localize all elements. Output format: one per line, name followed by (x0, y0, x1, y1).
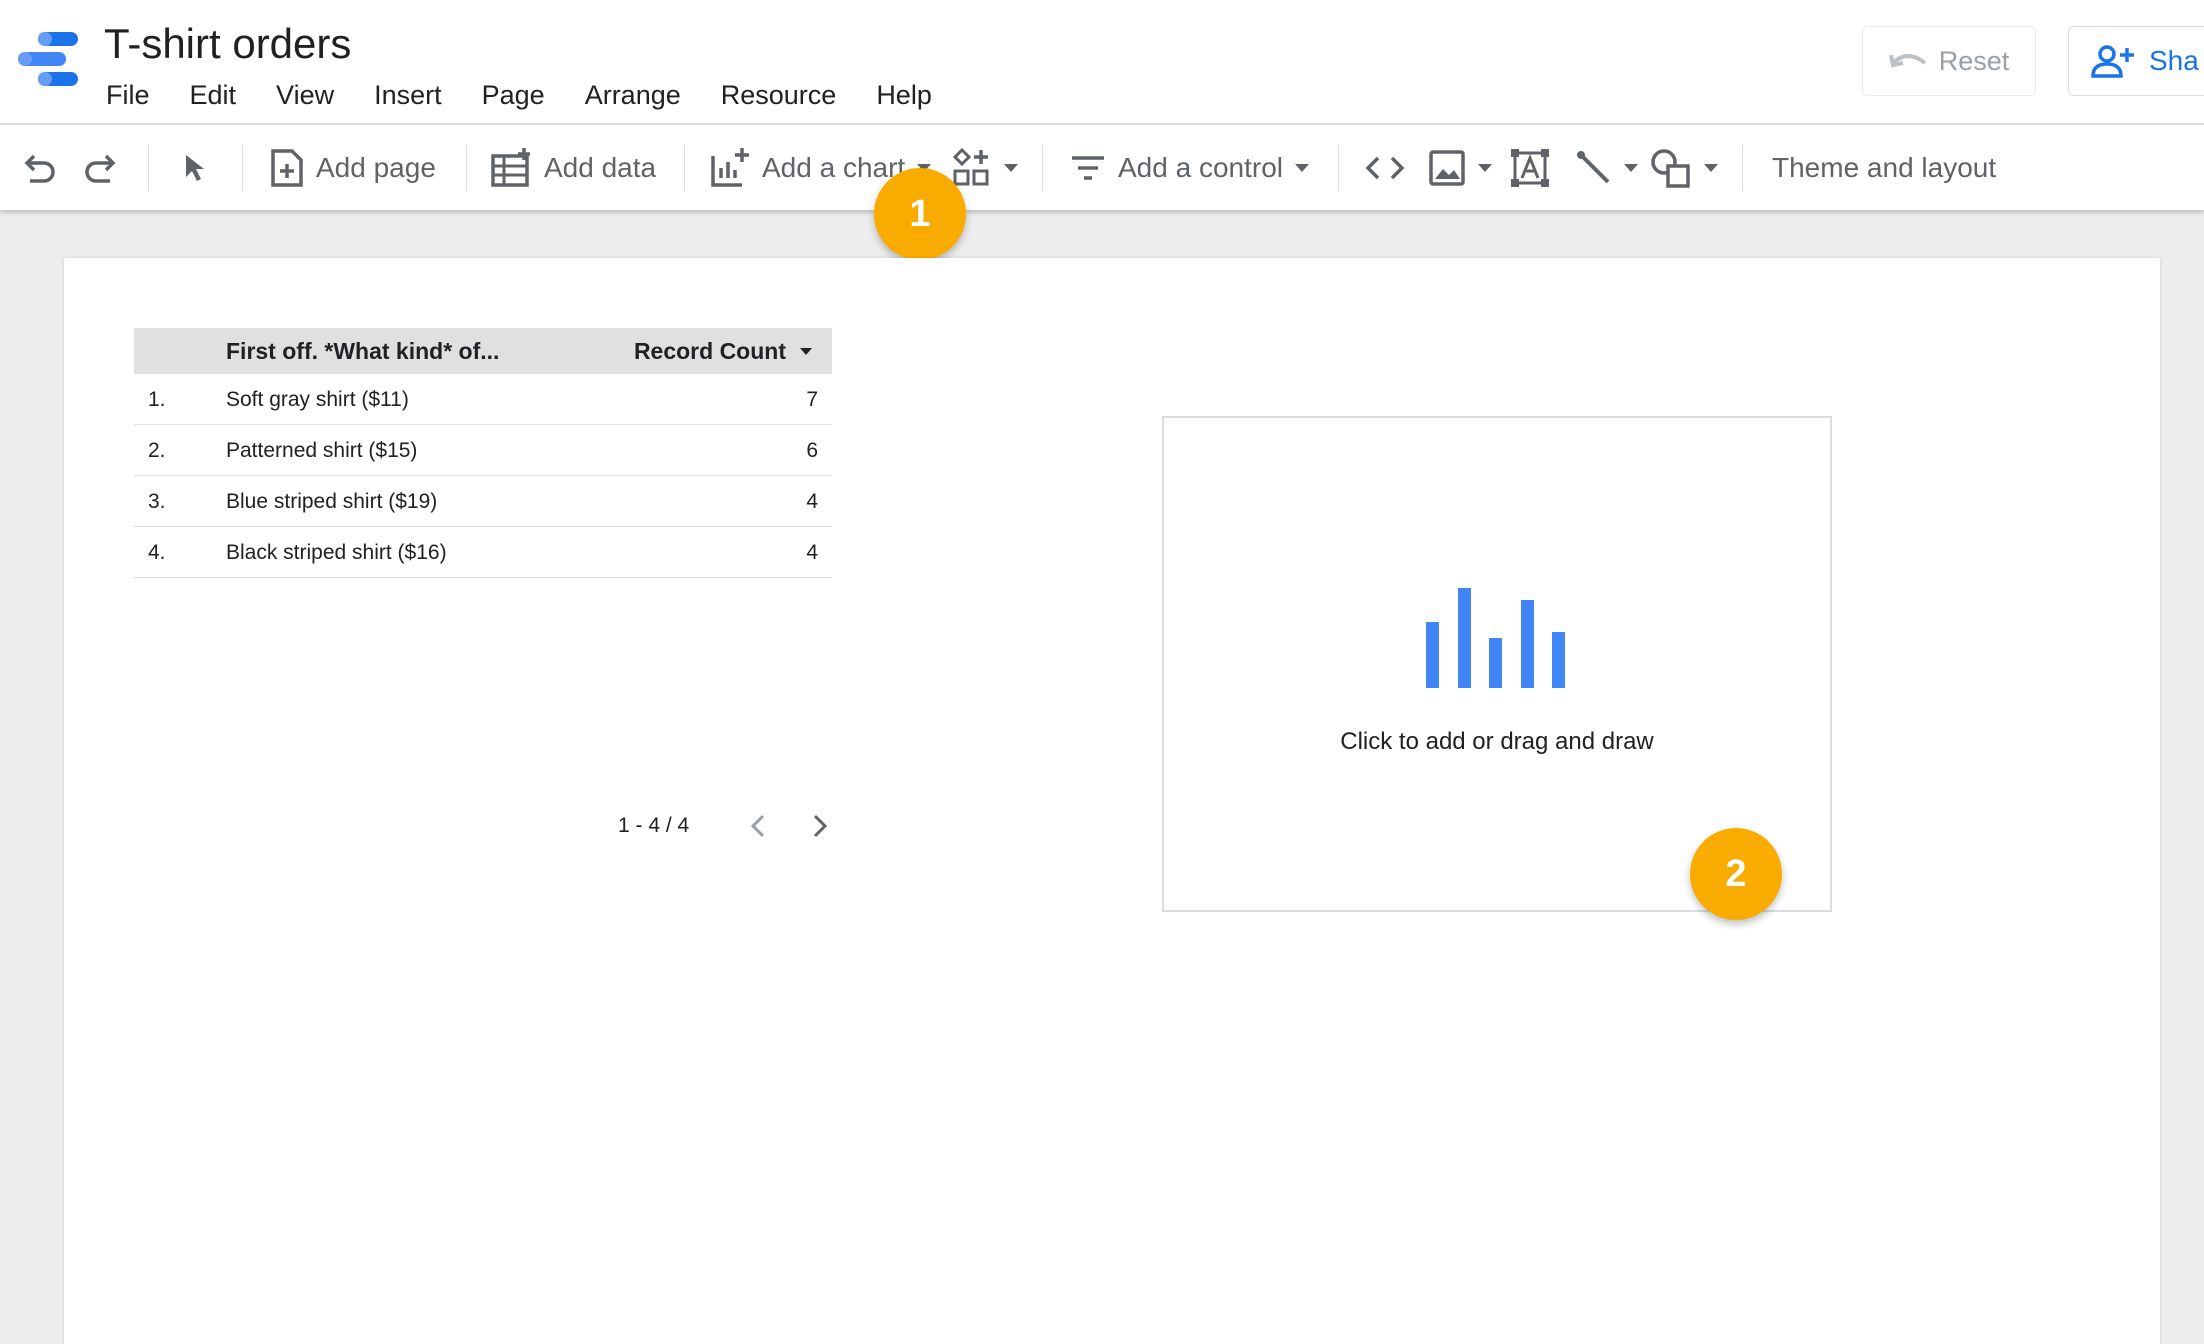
add-component-icon (952, 148, 989, 186)
add-page-button[interactable]: Add page (270, 125, 436, 211)
report-canvas[interactable]: First off. *What kind* of... Record Coun… (64, 258, 2160, 1344)
add-chart-icon (711, 148, 749, 187)
menu-edit[interactable]: Edit (190, 80, 237, 111)
menu-arrange[interactable]: Arrange (585, 80, 681, 111)
row-count: 4 (806, 490, 818, 513)
chevron-down-icon (1704, 164, 1718, 172)
callout-badge-1: 1 (874, 168, 966, 260)
callout-badge-2: 2 (1690, 828, 1782, 920)
row-count: 4 (806, 541, 818, 564)
table-header: First off. *What kind* of... Record Coun… (134, 328, 832, 374)
code-brackets-icon (1365, 156, 1405, 180)
undo-arrow-icon (1888, 54, 1926, 68)
toolbar-separator (466, 145, 467, 191)
menu-view[interactable]: View (276, 80, 334, 111)
toolbar-separator (1338, 145, 1339, 191)
select-button[interactable] (182, 125, 208, 211)
menu-insert[interactable]: Insert (374, 80, 442, 111)
record-count-label: Record Count (633, 337, 786, 364)
previous-page-button[interactable] (727, 813, 789, 839)
toolbar-separator (684, 145, 685, 191)
add-image-button[interactable] (1428, 125, 1492, 211)
text-box-icon (1511, 149, 1549, 187)
add-control-label: Add a control (1118, 152, 1283, 183)
toolbar-separator (1742, 145, 1743, 191)
theme-and-layout-button[interactable]: Theme and layout (1772, 125, 1996, 211)
report-title[interactable]: T-shirt orders (104, 20, 351, 68)
share-label: Sha (2149, 45, 2199, 76)
add-data-label: Add data (544, 152, 657, 183)
redo-icon (85, 154, 116, 183)
filter-lines-icon (1072, 156, 1104, 180)
column-header-dimension[interactable]: First off. *What kind* of... (226, 338, 499, 365)
add-line-button[interactable] (1576, 125, 1638, 211)
row-name: Patterned shirt ($15) (226, 439, 418, 462)
row-index: 3. (148, 490, 166, 513)
chevron-right-icon (814, 814, 828, 838)
menu-page[interactable]: Page (482, 80, 545, 111)
row-count: 6 (806, 439, 818, 462)
chevron-down-icon (1478, 164, 1492, 172)
reset-label: Reset (1938, 45, 2010, 76)
app-header: T-shirt orders File Edit View Insert Pag… (0, 0, 2204, 124)
reset-button[interactable]: Reset (1862, 26, 2036, 96)
row-name: Blue striped shirt ($19) (226, 490, 438, 513)
add-page-icon (271, 149, 303, 187)
add-data-icon (491, 148, 530, 187)
row-name: Soft gray shirt ($11) (226, 388, 409, 411)
table-chart[interactable]: First off. *What kind* of... Record Coun… (134, 328, 832, 578)
table-row[interactable]: 4. Black striped shirt ($16) 4 (134, 527, 832, 578)
table-pagination: 1 - 4 / 4 (618, 813, 851, 839)
theme-and-layout-label: Theme and layout (1772, 152, 1997, 183)
column-header-record-count[interactable]: Record Count (634, 338, 812, 365)
chevron-down-icon (1004, 164, 1018, 172)
add-person-icon (2091, 45, 2134, 78)
toolbar: Add page Add data Add a chart Add a cont… (0, 124, 2204, 210)
undo-button[interactable] (20, 125, 56, 211)
share-button[interactable]: Sha (2068, 26, 2204, 96)
row-index: 4. (148, 541, 166, 564)
row-index: 2. (148, 439, 166, 462)
redo-button[interactable] (84, 125, 120, 211)
menu-help[interactable]: Help (876, 80, 932, 111)
bar-chart-icon (1426, 588, 1565, 688)
menu-bar: File Edit View Insert Page Arrange Resou… (106, 80, 972, 111)
table-row[interactable]: 1. Soft gray shirt ($11) 7 (134, 374, 832, 425)
sort-descending-icon (800, 347, 812, 355)
add-control-button[interactable]: Add a control (1070, 125, 1309, 211)
add-text-button[interactable] (1510, 125, 1550, 211)
row-name: Black striped shirt ($16) (226, 541, 447, 564)
image-icon (1429, 150, 1465, 186)
row-count: 7 (806, 388, 818, 411)
add-data-button[interactable]: Add data (490, 125, 656, 211)
row-index: 1. (148, 388, 166, 411)
chevron-down-icon (1295, 164, 1309, 172)
toolbar-separator (1042, 145, 1043, 191)
chevron-down-icon (1624, 164, 1638, 172)
line-icon (1577, 151, 1610, 184)
undo-icon (24, 154, 55, 183)
toolbar-separator (148, 145, 149, 191)
add-page-label: Add page (316, 152, 436, 183)
table-row[interactable]: 2. Patterned shirt ($15) 6 (134, 425, 832, 476)
add-chart-label: Add a chart (762, 152, 906, 183)
table-row[interactable]: 3. Blue striped shirt ($19) 4 (134, 476, 832, 527)
embed-url-button[interactable] (1364, 125, 1406, 211)
cursor-arrow-icon (186, 155, 204, 181)
placeholder-text: Click to add or drag and draw (1340, 728, 1654, 755)
pagination-text: 1 - 4 / 4 (618, 814, 690, 837)
menu-resource[interactable]: Resource (721, 80, 837, 111)
data-studio-logo-icon (18, 32, 78, 86)
chevron-left-icon (751, 814, 765, 838)
add-shape-button[interactable] (1650, 125, 1718, 211)
next-page-button[interactable] (789, 813, 851, 839)
menu-file[interactable]: File (106, 80, 150, 111)
toolbar-separator (242, 145, 243, 191)
shapes-icon (1651, 149, 1690, 188)
